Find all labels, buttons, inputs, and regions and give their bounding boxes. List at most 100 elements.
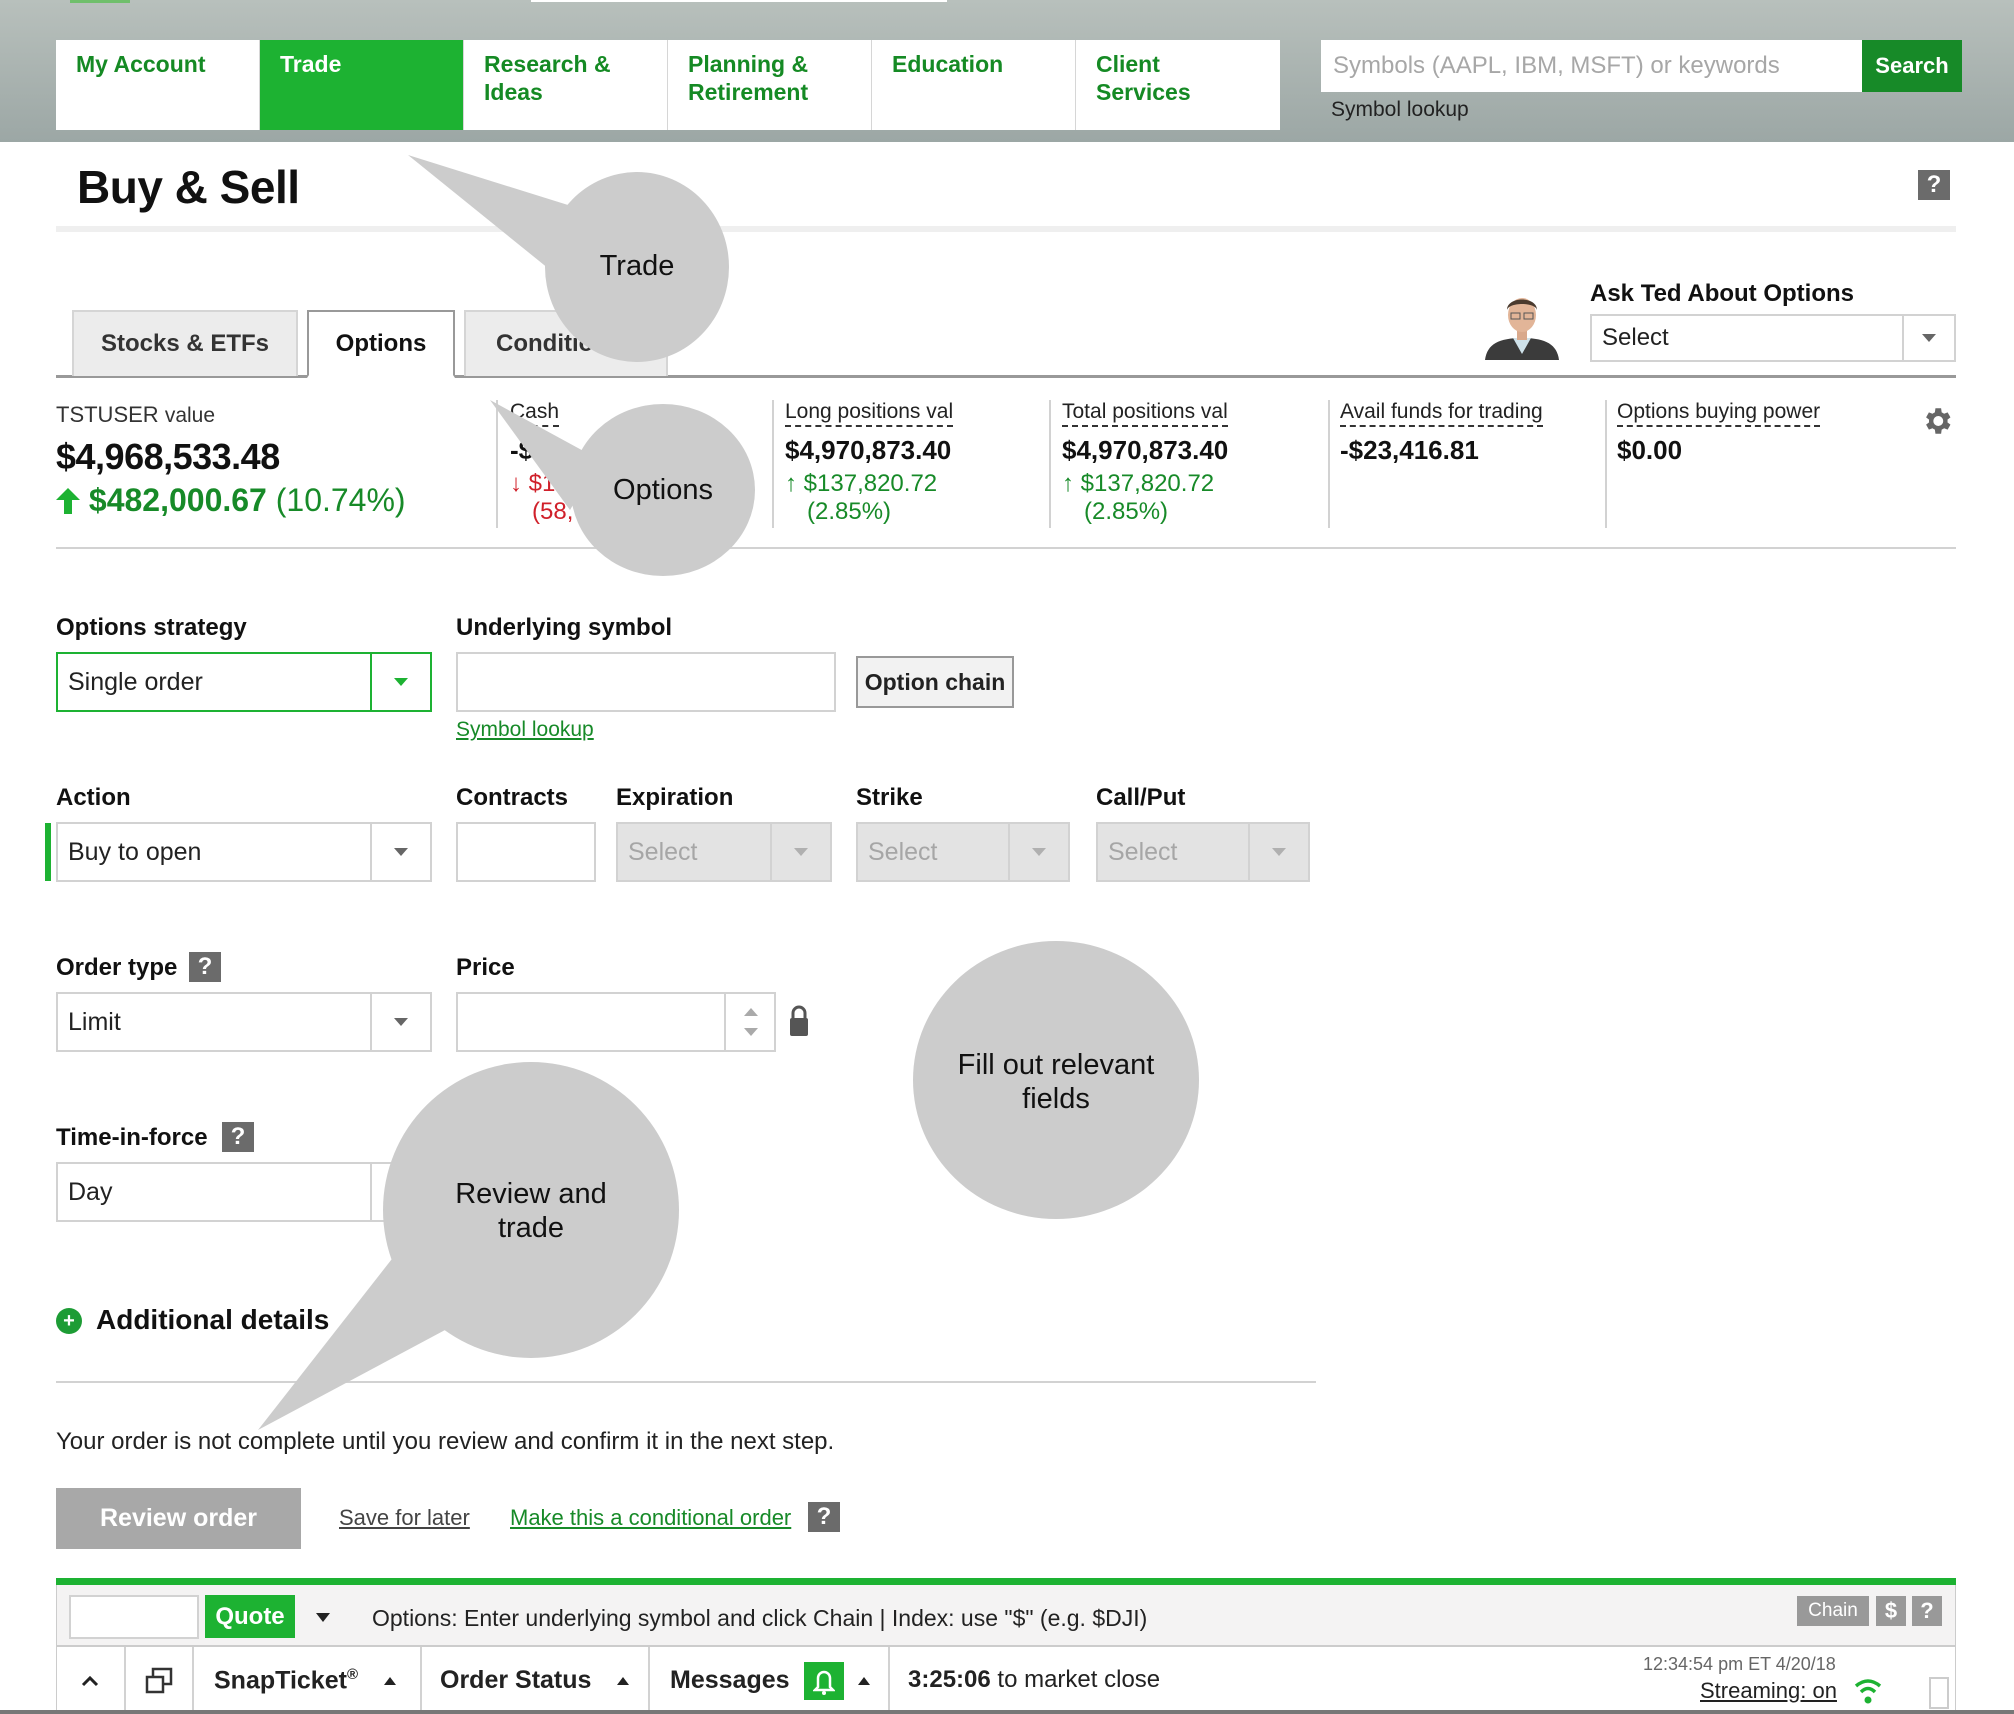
balance-total-label[interactable]: Total positions val	[1062, 400, 1228, 427]
expiration-select[interactable]: Select	[616, 822, 832, 882]
strike-select[interactable]: Select	[856, 822, 1070, 882]
balance-avail-value: -$23,416.81	[1340, 435, 1479, 465]
balance-avail-label[interactable]: Avail funds for trading	[1340, 400, 1543, 427]
messages-tab[interactable]: Messages	[650, 1647, 890, 1714]
quote-symbol-input[interactable]	[69, 1595, 199, 1639]
balance-total-value: $4,970,873.40	[1062, 435, 1229, 465]
balance-cash-label[interactable]: Cash	[510, 400, 560, 427]
symbol-search-input[interactable]	[1321, 40, 1862, 92]
popout-windows-icon	[145, 1667, 173, 1693]
tab-conditional[interactable]: Conditional	[464, 310, 668, 376]
chevron-down-icon	[370, 654, 430, 710]
nav-education[interactable]: Education	[872, 40, 1076, 130]
search-button[interactable]: Search	[1862, 40, 1962, 92]
conditional-help-icon[interactable]: ?	[808, 1502, 840, 1532]
order-notice: Your order is not complete until you rev…	[56, 1428, 835, 1455]
balance-long-change: ↑ $137,820.72 (2.85%)	[785, 470, 953, 526]
balance-cash: Cash -$12 ↓ $12 (58,	[510, 400, 573, 526]
balance-long-value: $4,970,873.40	[785, 435, 952, 465]
main-nav: My Account Trade Research & Ideas Planni…	[56, 40, 1280, 130]
save-for-later-link[interactable]: Save for later	[339, 1505, 470, 1531]
arrow-down-icon: ↓	[510, 470, 522, 497]
stepper-down-icon[interactable]	[744, 1028, 758, 1036]
nav-trade[interactable]: Trade	[260, 40, 464, 130]
price-stepper[interactable]	[724, 994, 774, 1050]
chain-button[interactable]: Chain	[1797, 1596, 1869, 1626]
account-value: $4,968,533.48	[56, 436, 280, 477]
chevron-down-icon	[370, 824, 430, 880]
nav-research-ideas[interactable]: Research & Ideas	[464, 40, 668, 130]
snapbar-accent	[56, 1578, 1956, 1585]
account-suffix: value	[164, 404, 216, 427]
streaming-toggle-link[interactable]: Streaming: on	[1700, 1678, 1837, 1704]
conditional-order-link[interactable]: Make this a conditional order	[510, 1505, 791, 1531]
header-symbol-lookup-link[interactable]: Symbol lookup	[1331, 98, 1469, 122]
balance-long-change-pct: (2.85%)	[807, 498, 892, 525]
order-type-select[interactable]: Limit	[56, 992, 432, 1052]
quote-button[interactable]: Quote	[205, 1595, 295, 1638]
ask-ted-select[interactable]: Select	[1590, 314, 1956, 362]
tab-options[interactable]: Options	[307, 310, 455, 378]
underlying-symbol-label: Underlying symbol	[456, 614, 673, 641]
quote-timestamp: 12:34:54 pm ET 4/20/18	[1643, 1654, 1836, 1674]
gear-icon[interactable]	[1920, 404, 1954, 438]
callout-review-text: Review and trade	[455, 1178, 607, 1244]
nav-planning-retirement[interactable]: Planning & Retirement	[668, 40, 872, 130]
chevron-down-icon	[370, 994, 430, 1050]
order-status-tab[interactable]: Order Status	[422, 1647, 650, 1714]
action-select[interactable]: Buy to open	[56, 822, 432, 882]
balance-options-bp-value: $0.00	[1617, 435, 1683, 465]
balance-divider	[772, 400, 774, 528]
lock-icon[interactable]	[788, 1004, 810, 1038]
price-input[interactable]	[456, 992, 776, 1052]
top-strip	[531, 0, 947, 2]
options-strategy-select[interactable]: Single order	[56, 652, 432, 712]
time-in-force-value: Day	[68, 1178, 113, 1206]
top-strip-accent	[70, 0, 130, 3]
stepper-up-icon[interactable]	[744, 1008, 758, 1016]
action-label: Action	[56, 784, 131, 811]
title-divider	[56, 226, 1956, 232]
nav-my-account[interactable]: My Account	[56, 40, 260, 130]
snapbar-hint: Options: Enter underlying symbol and cli…	[372, 1605, 1148, 1631]
balance-long-label[interactable]: Long positions val	[785, 400, 954, 427]
option-chain-button[interactable]: Option chain	[856, 656, 1014, 708]
price-label: Price	[456, 954, 515, 981]
balance-total-change-pct: (2.85%)	[1084, 498, 1169, 525]
nav-client-services[interactable]: Client Services	[1076, 40, 1280, 130]
snapticket-tab[interactable]: SnapTicket®	[194, 1647, 422, 1714]
call-put-select[interactable]: Select	[1096, 822, 1310, 882]
tab-stocks-etfs[interactable]: Stocks & ETFs	[72, 310, 298, 376]
streaming-signal-icon	[1854, 1679, 1882, 1704]
review-order-button[interactable]: Review order	[56, 1488, 301, 1549]
bell-icon[interactable]	[803, 1661, 844, 1700]
underlying-symbol-input[interactable]	[456, 652, 836, 712]
countdown-value: 3:25:06	[908, 1666, 991, 1693]
expand-up-icon	[617, 1676, 630, 1685]
quote-dropdown-icon[interactable]	[316, 1613, 330, 1622]
dollar-button[interactable]: $	[1876, 1596, 1906, 1626]
balance-cash-change-amount: $12	[528, 470, 569, 497]
time-in-force-help-icon[interactable]: ?	[222, 1122, 254, 1152]
snapbar-help-icon[interactable]: ?	[1912, 1596, 1942, 1626]
collapse-tray-button[interactable]	[56, 1647, 126, 1714]
account-change: $482,000.67 (10.74%)	[56, 482, 406, 519]
balance-total-positions: Total positions val $4,970,873.40 ↑ $137…	[1062, 400, 1228, 526]
arrow-up-icon: ↑	[785, 470, 797, 497]
additional-details-toggle[interactable]: Additional details	[96, 1304, 329, 1336]
balance-options-bp-label[interactable]: Options buying power	[1617, 400, 1821, 427]
order-type-help-icon[interactable]: ?	[189, 952, 221, 982]
chevron-down-icon	[1008, 824, 1068, 880]
callout-options-text: Options	[613, 474, 713, 506]
chevron-down-icon	[1902, 316, 1954, 360]
tray-scrollbar[interactable]	[1929, 1677, 1949, 1709]
page-help-icon[interactable]: ?	[1918, 170, 1950, 200]
additional-details-divider	[56, 1381, 1316, 1383]
expand-up-icon	[857, 1676, 870, 1685]
symbol-lookup-link[interactable]: Symbol lookup	[456, 718, 594, 742]
snapticket-label: SnapTicket®	[214, 1665, 358, 1695]
expand-plus-icon[interactable]: +	[56, 1308, 82, 1334]
contracts-input[interactable]	[456, 822, 596, 882]
time-in-force-select[interactable]: Day	[56, 1162, 432, 1222]
popout-button[interactable]	[126, 1647, 194, 1714]
